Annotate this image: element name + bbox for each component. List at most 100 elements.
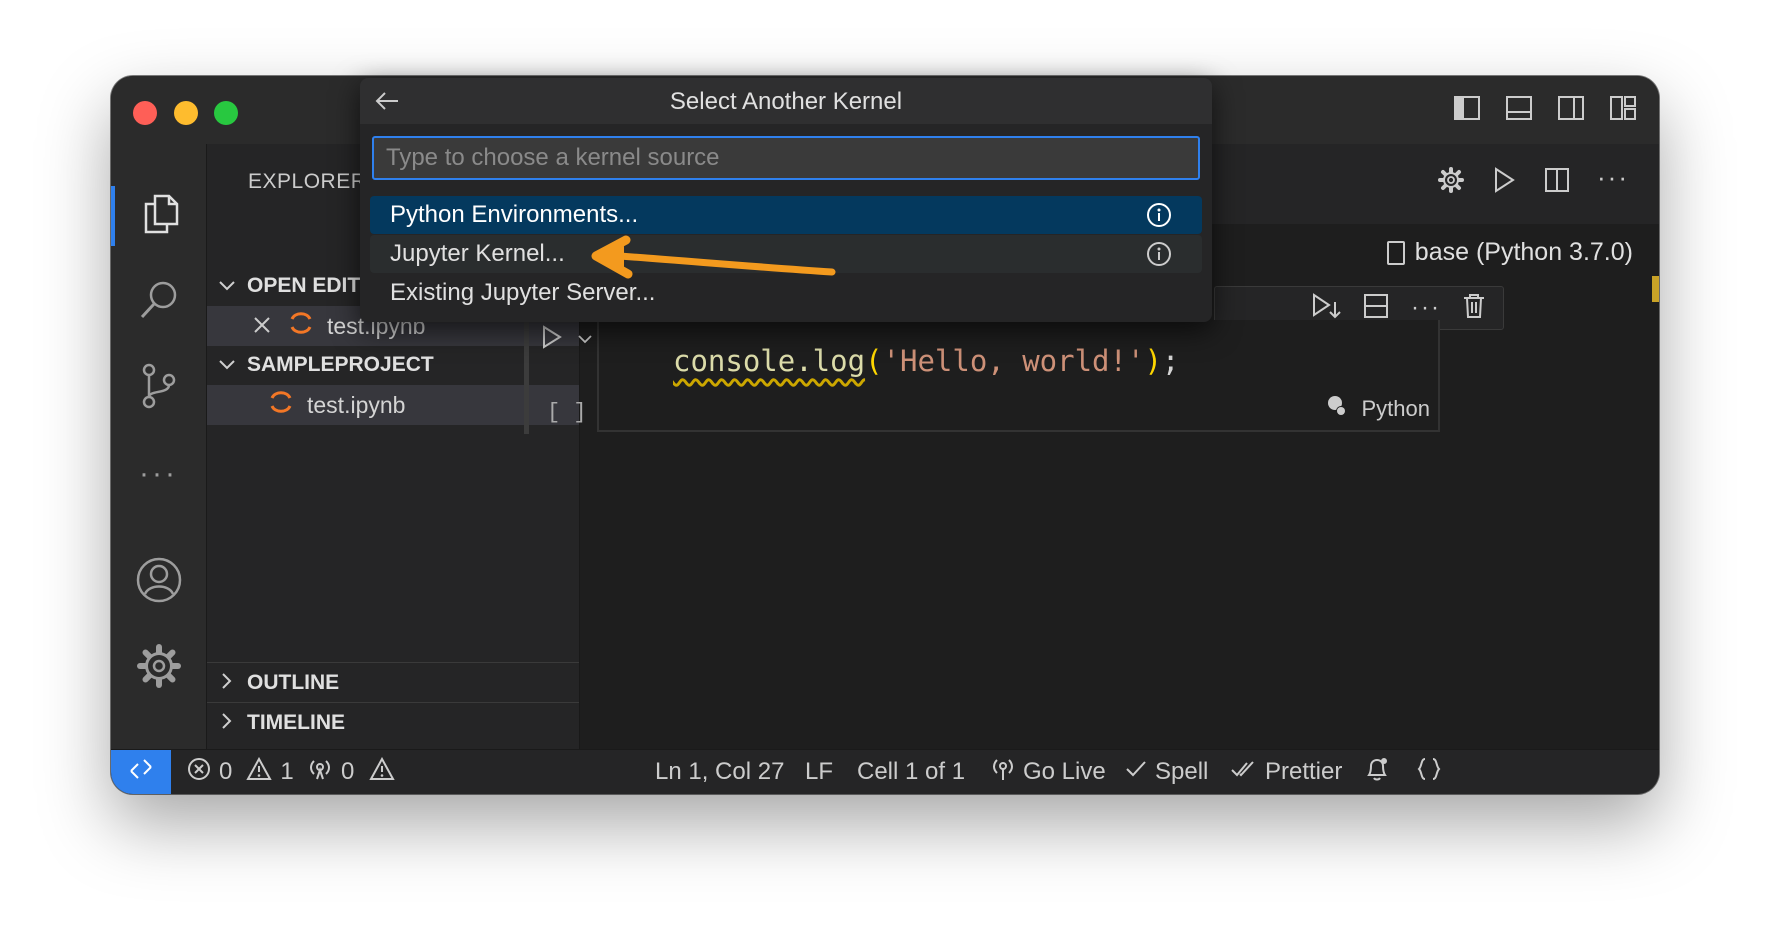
quick-pick-header: Select Another Kernel: [360, 78, 1212, 124]
split-cell-icon[interactable]: [1363, 293, 1389, 324]
search-activity[interactable]: [111, 272, 206, 332]
language-status-button[interactable]: [1417, 750, 1441, 794]
jupyter-icon: [289, 310, 313, 343]
split-editor-icon[interactable]: [1543, 166, 1571, 199]
trash-icon[interactable]: [1463, 293, 1485, 324]
more-activity[interactable]: ···: [111, 444, 206, 504]
error-count: 0: [219, 758, 233, 785]
outline-section[interactable]: OUTLINE: [207, 662, 579, 703]
braces-icon: [1417, 756, 1441, 789]
chevron-down-icon: [207, 355, 247, 376]
cell-language-picker[interactable]: Python: [1326, 394, 1431, 424]
timeline-label: TIMELINE: [247, 711, 345, 734]
timeline-section[interactable]: TIMELINE: [207, 702, 579, 743]
kernel-quick-pick: Select Another Kernel Python Environment…: [360, 78, 1212, 322]
explorer-activity[interactable]: [111, 186, 206, 246]
outline-label: OUTLINE: [247, 671, 340, 694]
maximize-window-button[interactable]: [214, 101, 238, 125]
execution-count: [ ]: [547, 400, 587, 425]
accounts-activity[interactable]: [111, 552, 206, 612]
project-filename: test.ipynb: [307, 391, 406, 418]
chevron-down-icon[interactable]: [577, 331, 593, 349]
toggle-primary-sidebar-icon[interactable]: [1453, 94, 1481, 122]
kernel-picker[interactable]: base (Python 3.7.0): [1386, 238, 1633, 267]
code-line[interactable]: console.log('Hello, world!');: [673, 344, 1179, 378]
close-window-button[interactable]: [133, 101, 157, 125]
option-label: Python Environments...: [390, 201, 639, 228]
run-icon[interactable]: [1491, 166, 1517, 199]
cell-focus-indicator: [524, 316, 529, 434]
customize-layout-icon[interactable]: [1609, 94, 1637, 122]
status-bar: 0 1 0 Ln 1, Col 27 LF Cell 1 of 1 Go Liv…: [111, 749, 1659, 794]
annotation-arrow: [591, 235, 836, 279]
ports-indicator[interactable]: 0: [307, 750, 354, 794]
error-icon: [187, 757, 211, 788]
chevron-right-icon: [207, 672, 247, 695]
more-cell-actions-icon[interactable]: ···: [1411, 294, 1441, 322]
broadcast-icon: [307, 757, 333, 788]
source-control-activity[interactable]: [111, 358, 206, 418]
search-icon: [137, 278, 181, 327]
jupyter-icon: [269, 389, 293, 422]
option-label: Existing Jupyter Server...: [390, 279, 656, 306]
close-icon[interactable]: [253, 313, 277, 340]
notifications-button[interactable]: [1365, 750, 1389, 794]
account-icon: [135, 556, 183, 609]
settings-gear-icon[interactable]: [1437, 166, 1465, 199]
spell-check-button[interactable]: Spell: [1125, 750, 1208, 794]
ports-count: 0: [341, 758, 355, 785]
cell-language: Python: [1361, 396, 1431, 421]
kernel-source-input[interactable]: [372, 136, 1200, 180]
prettier-button[interactable]: Prettier: [1231, 750, 1342, 794]
kernel-icon: [1386, 240, 1405, 265]
more-icon: ···: [139, 457, 178, 490]
go-live-button[interactable]: Go Live: [991, 750, 1106, 794]
source-control-icon: [139, 362, 179, 415]
spell-label: Spell: [1155, 758, 1209, 785]
run-cell-icon[interactable]: [541, 324, 563, 355]
bell-icon: [1365, 756, 1389, 789]
project-label: SAMPLEPROJECT: [247, 353, 434, 376]
double-check-icon: [1231, 758, 1257, 786]
code-close-paren: ): [1144, 344, 1162, 378]
line-ending[interactable]: LF: [805, 750, 833, 794]
warning-icon: [246, 756, 273, 788]
layout-controls: [1453, 94, 1637, 122]
remote-indicator[interactable]: [111, 750, 171, 794]
code-open-paren: (: [865, 344, 883, 378]
settings-gear-icon: [135, 642, 183, 695]
more-actions-icon[interactable]: ···: [1597, 164, 1629, 199]
prettier-label: Prettier: [1265, 758, 1343, 785]
scrollbar-marker: [1652, 276, 1659, 302]
toggle-secondary-sidebar-icon[interactable]: [1557, 94, 1585, 122]
warning-count: 1: [280, 758, 294, 785]
activity-bar: ···: [111, 144, 207, 750]
warning-status[interactable]: [369, 750, 395, 794]
code-function: console.log: [673, 344, 866, 378]
quick-pick-title: Select Another Kernel: [669, 88, 903, 115]
files-icon: [141, 192, 181, 241]
manage-activity[interactable]: [111, 638, 206, 698]
check-icon: [1125, 758, 1147, 786]
toggle-panel-icon[interactable]: [1505, 94, 1533, 122]
code-string: 'Hello, world!': [882, 344, 1145, 378]
cell-run-controls: [541, 324, 593, 355]
language-icon: [1326, 394, 1348, 424]
code-semicolon: ;: [1161, 344, 1180, 378]
cell-indicator[interactable]: Cell 1 of 1: [857, 750, 965, 794]
chevron-right-icon: [207, 712, 247, 735]
problems-indicator[interactable]: 0 1: [187, 750, 294, 794]
info-icon[interactable]: [1146, 202, 1172, 235]
info-icon[interactable]: [1146, 241, 1172, 274]
chevron-down-icon: [207, 276, 247, 297]
explorer-title: EXPLORER: [248, 170, 367, 193]
code-cell[interactable]: console.log('Hello, world!'); Python: [597, 320, 1440, 432]
minimize-window-button[interactable]: [174, 101, 198, 125]
kernel-name: base (Python 3.7.0): [1414, 238, 1633, 266]
go-live-label: Go Live: [1023, 758, 1106, 785]
option-label: Jupyter Kernel...: [390, 240, 565, 267]
warning-icon: [369, 756, 395, 788]
python-environments-option[interactable]: Python Environments...: [370, 196, 1202, 234]
editor-actions: ···: [1437, 164, 1629, 199]
cursor-position[interactable]: Ln 1, Col 27: [655, 750, 784, 794]
